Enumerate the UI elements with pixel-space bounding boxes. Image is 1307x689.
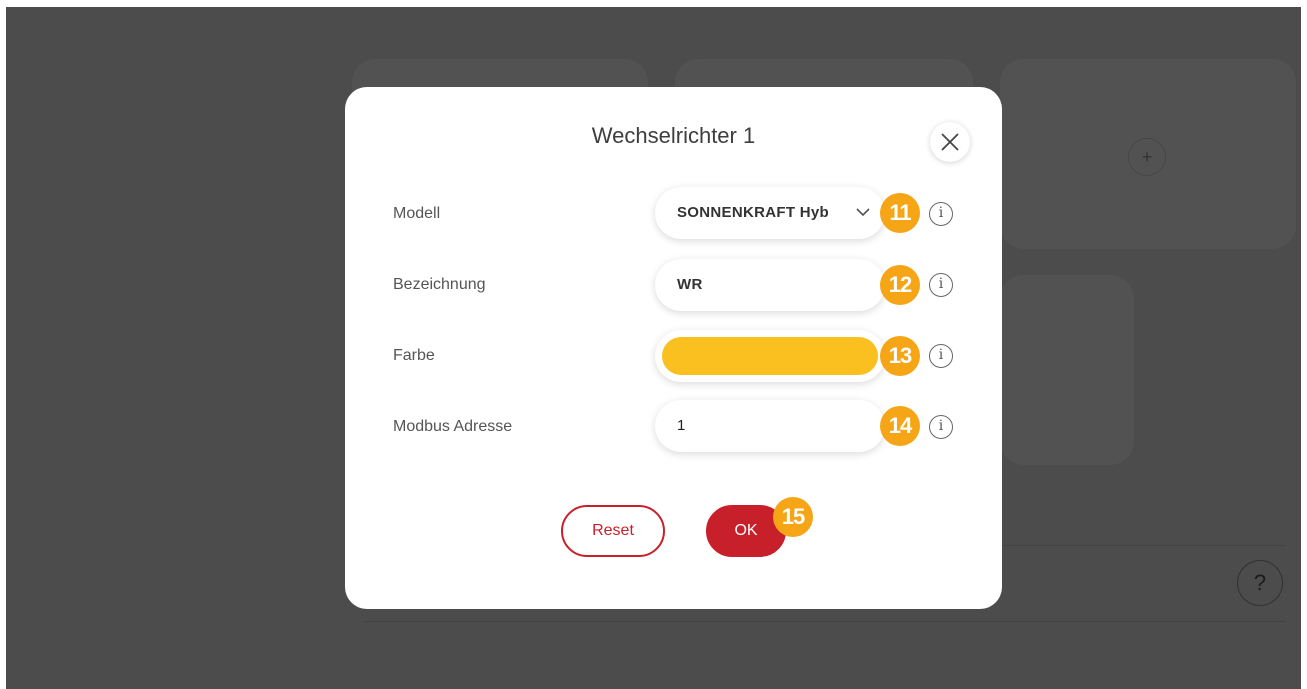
step-badge: 15 (773, 497, 813, 537)
color-swatch (662, 337, 878, 375)
bezeichnung-label: Bezeichnung (393, 276, 486, 293)
modbus-address-value: 1 (677, 417, 686, 434)
info-icon[interactable]: i (929, 415, 953, 439)
modbus-address-input[interactable]: 1 (655, 400, 885, 452)
bezeichnung-value: WR (677, 276, 703, 293)
farbe-label: Farbe (393, 347, 435, 364)
dialog-title: Wechselrichter 1 (591, 123, 756, 148)
step-badge: 11 (880, 193, 920, 233)
chevron-down-icon (856, 208, 870, 217)
color-picker[interactable] (655, 330, 885, 382)
modell-label: Modell (393, 205, 441, 222)
info-icon[interactable]: i (929, 344, 953, 368)
inverter-dialog: Wechselrichter 1 Modell SONNENKRAFT Hyb … (345, 87, 1002, 609)
bezeichnung-input[interactable]: WR (655, 259, 885, 311)
close-icon (941, 133, 959, 151)
modell-selected-value: SONNENKRAFT Hyb (677, 204, 830, 221)
step-badge: 13 (880, 336, 920, 376)
step-badge: 14 (880, 406, 920, 446)
reset-button[interactable]: Reset (561, 505, 665, 557)
step-badge: 12 (880, 265, 920, 305)
modell-select[interactable]: SONNENKRAFT Hyb (655, 187, 885, 239)
info-icon[interactable]: i (929, 202, 953, 226)
close-button[interactable] (930, 122, 970, 162)
modbus-address-label: Modbus Adresse (393, 418, 513, 435)
info-icon[interactable]: i (929, 273, 953, 297)
